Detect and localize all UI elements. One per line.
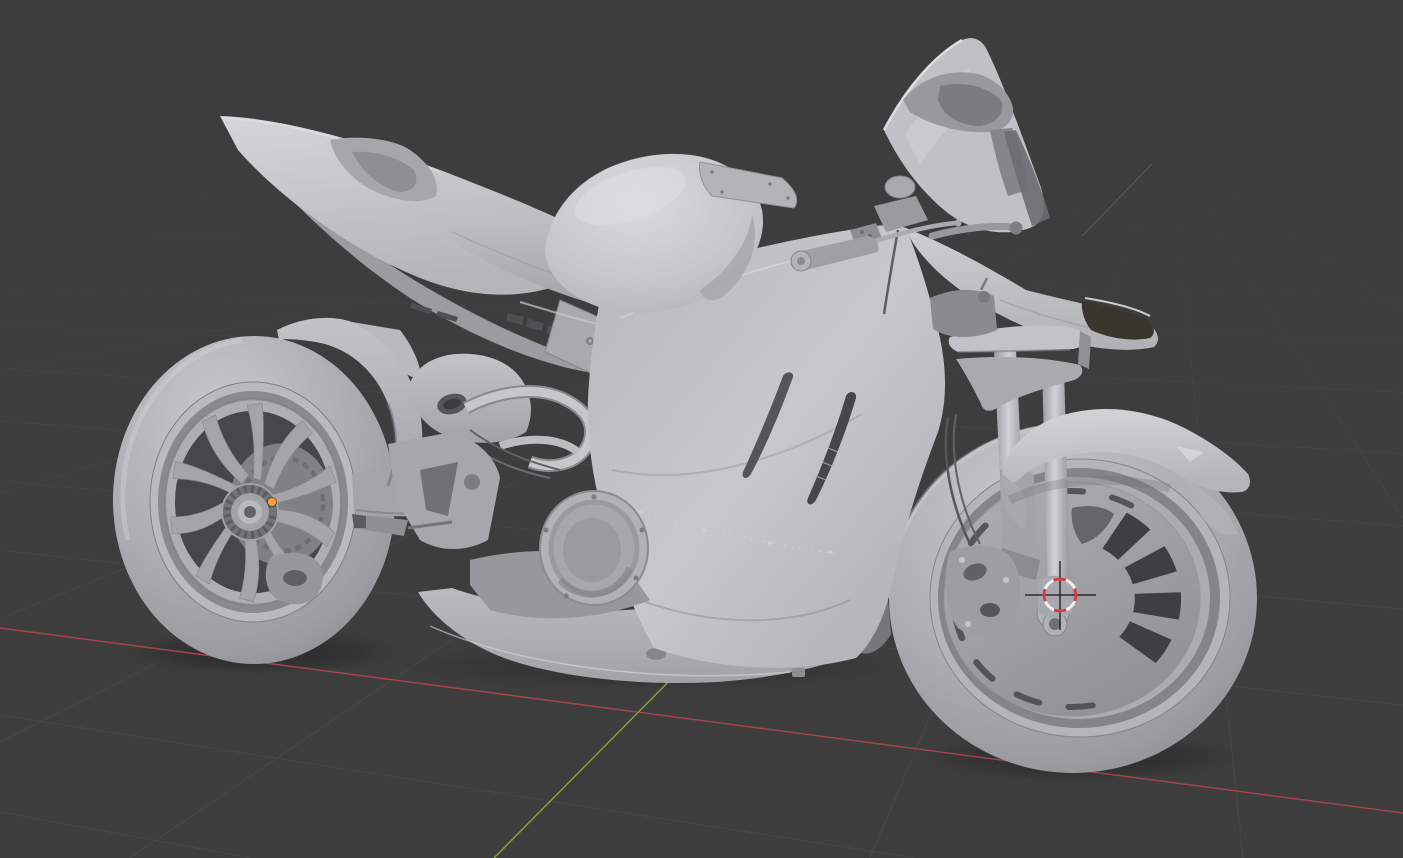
winglet[interactable] [949, 325, 1091, 410]
3d-viewport[interactable] [0, 0, 1403, 858]
rear-wheel[interactable] [113, 336, 395, 664]
clutch-cover[interactable] [470, 491, 650, 618]
rear-hub[interactable] [221, 483, 279, 541]
y-axis-line [494, 662, 688, 858]
viewport-canvas[interactable] [0, 0, 1403, 858]
object-origin-point[interactable] [268, 498, 277, 507]
